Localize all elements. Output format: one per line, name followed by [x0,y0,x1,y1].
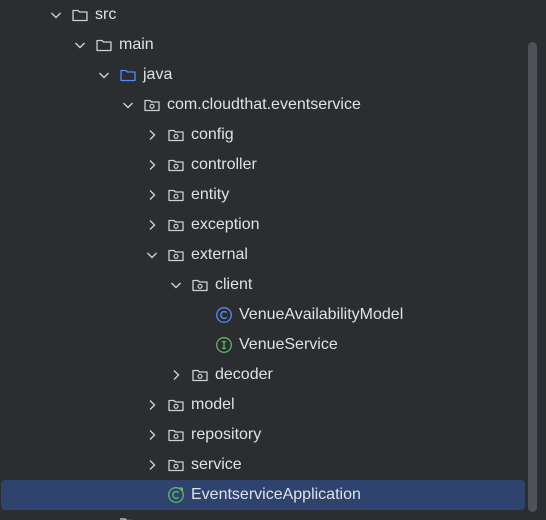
tree-row-main[interactable]: main [0,30,525,60]
source-folder-icon [119,66,137,84]
package-icon [167,186,185,204]
project-tree: src main java com.cloudthat.eventservice… [0,0,546,520]
chevron-down-icon[interactable] [97,68,111,82]
chevron-right-icon[interactable] [169,368,183,382]
chevron-right-icon[interactable] [145,458,159,472]
tree-row-controller[interactable]: controller [0,150,525,180]
chevron-right-icon[interactable] [145,128,159,142]
chevron-down-icon[interactable] [121,98,135,112]
tree-row-label: service [191,456,242,473]
tree-row-label: com.cloudthat.eventservice [167,96,361,113]
package-icon [167,216,185,234]
tree-row-repository[interactable]: repository [0,420,525,450]
tree-row-entity[interactable]: entity [0,180,525,210]
tree-row-label: exception [191,216,260,233]
package-icon [191,276,209,294]
tree-row-label: controller [191,156,257,173]
chevron-right-icon[interactable] [145,158,159,172]
tree-row-label: client [215,276,253,293]
tree-row-venue-service[interactable]: VenueService [0,330,525,360]
package-icon [167,456,185,474]
chevron-right-icon[interactable] [145,218,159,232]
tree-row-java[interactable]: java [0,60,525,90]
package-icon [167,396,185,414]
tree-row-label: main [119,36,154,53]
tree-row-external[interactable]: external [0,240,525,270]
package-icon [167,156,185,174]
tree-row-label: src [95,6,117,23]
tree-row-label: entity [191,186,230,203]
tree-row-label: EventserviceApplication [191,486,361,503]
tree-row-label: repository [191,426,262,443]
tree-row-model[interactable]: model [0,390,525,420]
chevron-right-icon[interactable] [145,398,159,412]
spring-boot-app-icon [167,486,185,504]
tree-row-service[interactable]: service [0,450,525,480]
tree-row-src[interactable]: src [0,0,525,30]
vertical-scrollbar-thumb[interactable] [528,42,537,512]
package-icon [167,246,185,264]
package-icon [167,426,185,444]
package-icon [191,366,209,384]
tree-row-client[interactable]: client [0,270,525,300]
chevron-down-icon[interactable] [49,8,63,22]
folder-icon [95,36,113,54]
tree-row-label: java [143,66,173,83]
chevron-down-icon[interactable] [73,38,87,52]
class-icon [215,306,233,324]
chevron-right-icon[interactable] [145,428,159,442]
folder-icon [118,510,134,520]
tree-row-root-package[interactable]: com.cloudthat.eventservice [0,90,525,120]
package-icon [143,96,161,114]
chevron-down-icon[interactable] [145,248,159,262]
interface-icon [215,336,233,354]
package-icon [167,126,185,144]
tree-row-label: external [191,246,248,263]
tree-row-config[interactable]: config [0,120,525,150]
tree-row-label: decoder [215,366,273,383]
chevron-right-icon[interactable] [145,188,159,202]
folder-icon [71,6,89,24]
tree-row-label: VenueAvailabilityModel [239,306,404,323]
tree-row-label: VenueService [239,336,338,353]
tree-row-decoder[interactable]: decoder [0,360,525,390]
tree-row-label: model [191,396,235,413]
tree-row-label: config [191,126,234,143]
tree-row-exception[interactable]: exception [0,210,525,240]
tree-row-venue-availability-model[interactable]: VenueAvailabilityModel [0,300,525,330]
tree-row-eventservice-application[interactable]: EventserviceApplication [1,480,525,510]
chevron-down-icon[interactable] [169,278,183,292]
